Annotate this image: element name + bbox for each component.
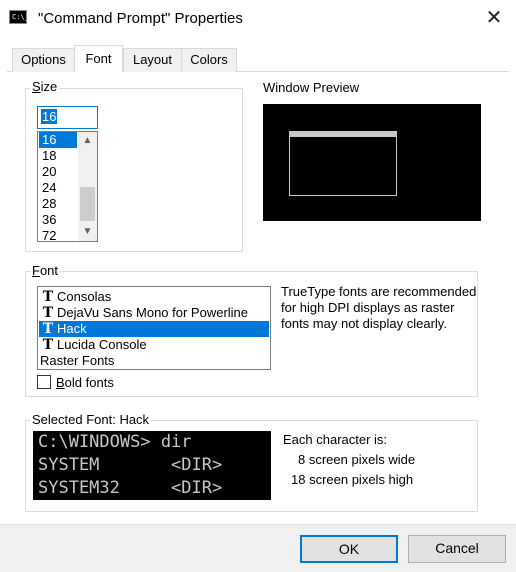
selected-font-label: Selected Font: Hack	[30, 412, 152, 427]
char-width: 8 screen pixels wide	[298, 452, 416, 467]
size-scrollbar[interactable]: ▲ ▼	[78, 132, 97, 241]
font-option-raster[interactable]: Raster Fonts	[39, 353, 269, 369]
tab-layout[interactable]: Layout	[123, 48, 182, 72]
bold-fonts-label[interactable]: Bold fonts	[56, 375, 114, 390]
chevron-up-icon[interactable]: ▲	[78, 133, 97, 149]
size-option[interactable]: 16	[39, 132, 77, 148]
size-group-label: Size	[30, 79, 60, 94]
preview-window-frame	[289, 131, 397, 196]
font-option-dejavu[interactable]: T DejaVu Sans Mono for Powerline	[39, 305, 269, 321]
tab-font[interactable]: Font	[74, 45, 123, 72]
tab-options[interactable]: Options	[12, 48, 75, 72]
size-list[interactable]: 16 18 20 24 28 36 72 ▲ ▼	[37, 131, 98, 242]
sample-line: SYSTEM32 <DIR>	[38, 478, 223, 498]
cancel-button[interactable]: Cancel	[408, 535, 506, 563]
char-height: 18 screen pixels high	[291, 472, 414, 487]
size-option[interactable]: 72	[39, 228, 77, 241]
bold-fonts-checkbox[interactable]	[37, 375, 51, 389]
size-input-value: 16	[41, 109, 58, 124]
truetype-icon: T	[42, 305, 54, 321]
char-size-heading: Each character is:	[283, 432, 388, 447]
truetype-icon: T	[42, 321, 54, 337]
font-group-label: Font	[30, 263, 61, 278]
size-option[interactable]: 24	[39, 180, 77, 196]
ok-button[interactable]: OK	[300, 535, 398, 563]
chevron-down-icon[interactable]: ▼	[78, 224, 97, 240]
sample-line: SYSTEM <DIR>	[38, 455, 223, 475]
preview-title-bar	[290, 132, 396, 137]
tab-colors[interactable]: Colors	[181, 48, 237, 72]
size-option[interactable]: 36	[39, 212, 77, 228]
close-button[interactable]: ✕	[480, 4, 508, 32]
size-input[interactable]: 16	[37, 106, 98, 129]
font-option-consolas[interactable]: T Consolas	[39, 289, 269, 305]
font-sample-preview: C:\WINDOWS> dir SYSTEM <DIR> SYSTEM32 <DIR…	[33, 431, 271, 500]
font-list[interactable]: T Consolas T DejaVu Sans Mono for Powerlin…	[37, 286, 271, 370]
truetype-icon: T	[42, 289, 54, 305]
font-option-hack[interactable]: T Hack	[39, 321, 269, 337]
scrollbar-thumb[interactable]	[80, 187, 95, 221]
font-option-lucida[interactable]: T Lucida Console	[39, 337, 269, 353]
window-preview-label: Window Preview	[263, 80, 360, 95]
size-option[interactable]: 18	[39, 148, 77, 164]
truetype-note: TrueType fonts are recommended for high …	[281, 284, 477, 331]
size-option[interactable]: 20	[39, 164, 77, 180]
command-prompt-icon: C:\_	[9, 10, 29, 24]
window-title: "Command Prompt" Properties	[38, 10, 243, 27]
sample-line: C:\WINDOWS> dir	[38, 432, 192, 452]
truetype-icon: T	[42, 337, 54, 353]
size-option[interactable]: 28	[39, 196, 77, 212]
